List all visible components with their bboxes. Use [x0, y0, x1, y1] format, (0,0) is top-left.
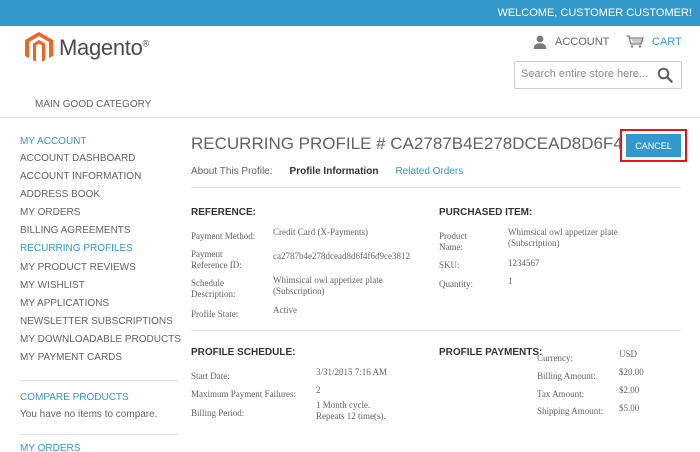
- max-payment-failures-value: 2: [316, 385, 321, 395]
- user-icon: [533, 35, 547, 49]
- schedule-description-value: Whimsical owl appetizer plate (Subscript…: [273, 275, 383, 296]
- reference-title: REFERENCE:: [191, 207, 257, 218]
- tab-profile-information[interactable]: Profile Information: [290, 166, 379, 177]
- payment-method-label: Payment Method:: [191, 231, 256, 241]
- product-name-value: Whimsical owl appetizer plate (Subscript…: [508, 227, 618, 248]
- account-label: ACCOUNT: [555, 36, 610, 48]
- cart-link[interactable]: CART: [626, 35, 682, 48]
- page-title: RECURRING PROFILE # CA2787B4E278DCEAD8D6…: [191, 134, 624, 153]
- sidebar-item-address-book[interactable]: ADDRESS BOOK: [20, 189, 181, 207]
- sku-value: 1234567: [508, 258, 540, 268]
- cart-icon: [626, 35, 644, 48]
- product-name-label: Product Name:: [439, 231, 467, 252]
- sidebar-title-my-orders[interactable]: MY ORDERS: [20, 443, 80, 452]
- welcome-message: WELCOME, CUSTOMER CUSTOMER!: [497, 7, 692, 19]
- profile-schedule-title: PROFILE SCHEDULE:: [191, 347, 296, 358]
- section-divider: [191, 330, 681, 331]
- sidebar-item-my-orders[interactable]: MY ORDERS: [20, 207, 181, 225]
- tab-related-orders[interactable]: Related Orders: [395, 166, 463, 177]
- billing-period-repeats: Repeats 12 time(s).: [316, 411, 386, 421]
- quantity-label: Quantity:: [439, 279, 473, 289]
- account-link[interactable]: ACCOUNT: [533, 35, 609, 49]
- sidebar-item-recurring-profiles[interactable]: RECURRING PROFILES: [20, 243, 181, 261]
- compare-empty-message: You have no items to compare.: [20, 409, 158, 420]
- sidebar-item-my-payment-cards[interactable]: MY PAYMENT CARDS: [20, 352, 181, 370]
- profile-payments-title: PROFILE PAYMENTS:: [439, 347, 543, 358]
- schedule-description-label: Schedule Description:: [191, 278, 236, 299]
- sidebar-title-compare-products[interactable]: COMPARE PRODUCTS: [20, 392, 129, 403]
- profile-tabs: About This Profile: Profile Information …: [191, 166, 463, 177]
- payment-reference-label: Payment Reference ID:: [191, 249, 242, 270]
- nav-main-good-category[interactable]: MAIN GOOD CATEGORY: [35, 99, 151, 110]
- sidebar-item-account-information[interactable]: ACCOUNT INFORMATION: [20, 171, 181, 189]
- sidebar-item-account-dashboard[interactable]: ACCOUNT DASHBOARD: [20, 153, 181, 171]
- search-box: [514, 61, 682, 89]
- profile-state-label: Profile State:: [191, 309, 239, 319]
- sidebar-title-my-account[interactable]: MY ACCOUNT: [20, 136, 87, 147]
- tax-amount-label: Tax Amount:: [537, 389, 585, 399]
- logo-text: Magento®: [59, 35, 149, 60]
- nav-divider: [0, 117, 700, 118]
- sidebar-item-my-wishlist[interactable]: MY WISHLIST: [20, 280, 181, 298]
- sidebar-item-my-applications[interactable]: MY APPLICATIONS: [20, 298, 181, 316]
- purchased-item-title: PURCHASED ITEM:: [439, 207, 533, 218]
- currency-label: Currency:: [537, 353, 573, 363]
- max-payment-failures-label: Maximum Payment Failures:: [191, 389, 296, 399]
- sku-label: SKU:: [439, 260, 460, 270]
- search-button[interactable]: [657, 67, 673, 83]
- payment-method-value: Credit Card (X-Payments): [273, 227, 368, 237]
- sidebar-item-my-product-reviews[interactable]: MY PRODUCT REVIEWS: [20, 262, 181, 280]
- sidebar-divider: [20, 380, 178, 381]
- profile-state-value: Active: [273, 305, 297, 315]
- billing-period-cycle: 1 Month cycle.: [316, 400, 371, 410]
- cancel-button[interactable]: CANCEL: [626, 134, 681, 157]
- currency-value: USD: [619, 349, 638, 359]
- sidebar-item-my-downloadable-products[interactable]: MY DOWNLOADABLE PRODUCTS: [20, 334, 181, 352]
- sidebar-item-newsletter-subscriptions[interactable]: NEWSLETTER SUBSCRIPTIONS: [20, 316, 181, 334]
- tab-about-label: About This Profile:: [191, 166, 273, 177]
- shipping-amount-value: $5.00: [619, 403, 640, 413]
- tabs-divider: [191, 187, 681, 188]
- cart-label: CART: [652, 35, 682, 48]
- sidebar-account-nav: ACCOUNT DASHBOARD ACCOUNT INFORMATION AD…: [20, 153, 181, 370]
- quantity-value: 1: [508, 276, 513, 286]
- search-input[interactable]: [521, 68, 649, 80]
- billing-amount-value: $20.00: [619, 367, 644, 377]
- tax-amount-value: $2.00: [619, 385, 640, 395]
- shipping-amount-label: Shipping Amount:: [537, 406, 604, 416]
- sidebar-item-billing-agreements[interactable]: BILLING AGREEMENTS: [20, 225, 181, 243]
- start-date-label: Start Date:: [191, 371, 230, 381]
- billing-amount-label: Billing Amount:: [537, 371, 596, 381]
- billing-period-label: Billing Period:: [191, 408, 245, 418]
- logo[interactable]: Magento®: [25, 32, 149, 64]
- sidebar-divider: [20, 434, 178, 435]
- search-icon: [657, 67, 673, 83]
- magento-logo-icon: [25, 32, 53, 62]
- payment-reference-value: ca2787b4e278dcead8d6f4f6d9ce3812: [273, 251, 410, 261]
- start-date-value: 3/31/2015 7:16 AM: [316, 367, 388, 377]
